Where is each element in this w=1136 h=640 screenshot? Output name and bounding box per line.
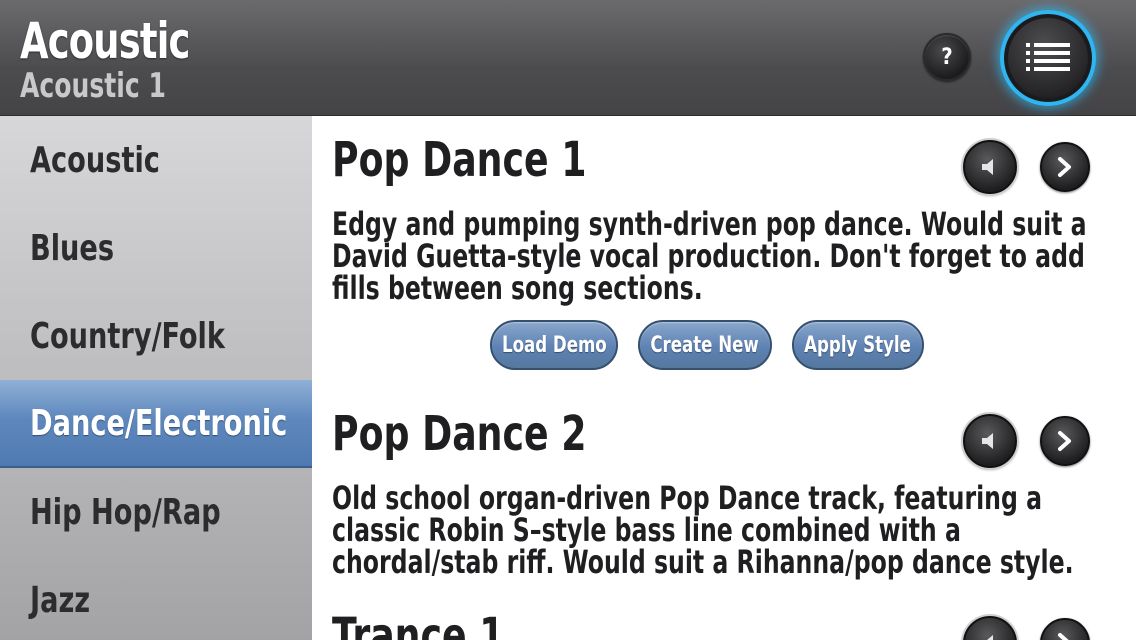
- load-demo-button[interactable]: Load Demo: [490, 320, 618, 370]
- speaker-icon: [982, 635, 993, 640]
- sidebar-item-blues[interactable]: Blues: [0, 204, 312, 292]
- preview-play-button[interactable]: [963, 414, 1017, 468]
- sidebar-item-country-folk[interactable]: Country/Folk: [0, 292, 312, 380]
- sidebar-item-label: Jazz: [30, 579, 91, 621]
- details-button[interactable]: [1040, 618, 1090, 640]
- sidebar-item-hip-hop-rap[interactable]: Hip Hop/Rap: [0, 468, 312, 556]
- category-sidebar: Acoustic Blues Country/Folk Dance/Electr…: [0, 116, 312, 640]
- chevron-right-icon: [1058, 633, 1069, 640]
- page-title: Acoustic: [20, 12, 190, 70]
- sidebar-item-label: Hip Hop/Rap: [30, 491, 221, 533]
- style-title: Pop Dance 2: [332, 406, 587, 462]
- sidebar-item-jazz[interactable]: Jazz: [0, 556, 312, 640]
- menu-button[interactable]: [1000, 10, 1096, 106]
- header-bar: Acoustic Acoustic 1 ?: [0, 0, 1136, 116]
- style-description: Old school organ-driven Pop Dance track,…: [332, 479, 1074, 581]
- sidebar-item-acoustic[interactable]: Acoustic: [0, 116, 312, 204]
- list-icon: [1026, 43, 1070, 71]
- create-new-button[interactable]: Create New: [638, 320, 772, 370]
- load-demo-label: Load Demo: [501, 332, 607, 358]
- page-subtitle: Acoustic 1: [20, 66, 166, 106]
- list-item: Pop Dance 2 Old school organ-driven Pop …: [312, 406, 1136, 586]
- details-button[interactable]: [1040, 142, 1090, 192]
- list-item: Trance 1: [312, 608, 1136, 640]
- preview-play-button[interactable]: [963, 140, 1017, 194]
- sidebar-item-dance-electronic[interactable]: Dance/Electronic: [0, 380, 312, 468]
- sidebar-item-label: Acoustic: [30, 139, 160, 181]
- speaker-icon: [982, 159, 993, 175]
- help-button[interactable]: ?: [923, 33, 971, 81]
- sidebar-item-label: Blues: [30, 227, 115, 269]
- create-new-label: Create New: [650, 332, 760, 358]
- preview-play-button[interactable]: [963, 616, 1017, 640]
- help-label: ?: [941, 44, 953, 70]
- style-title: Trance 1: [332, 608, 505, 640]
- apply-style-label: Apply Style: [804, 332, 912, 358]
- chevron-right-icon: [1058, 157, 1071, 177]
- speaker-icon: [982, 433, 993, 449]
- sidebar-item-label: Dance/Electronic: [30, 402, 288, 444]
- style-description: Edgy and pumping synth-driven pop dance.…: [332, 205, 1087, 307]
- chevron-right-icon: [1058, 431, 1071, 451]
- style-list: Pop Dance 1 Edgy and pumping synth-drive…: [312, 116, 1136, 640]
- apply-style-button[interactable]: Apply Style: [792, 320, 924, 370]
- action-buttons: Load Demo Create New Apply Style: [312, 320, 1136, 372]
- list-item: Pop Dance 1 Edgy and pumping synth-drive…: [312, 132, 1136, 372]
- sidebar-item-label: Country/Folk: [30, 315, 225, 357]
- details-button[interactable]: [1040, 416, 1090, 466]
- style-title: Pop Dance 1: [332, 132, 587, 188]
